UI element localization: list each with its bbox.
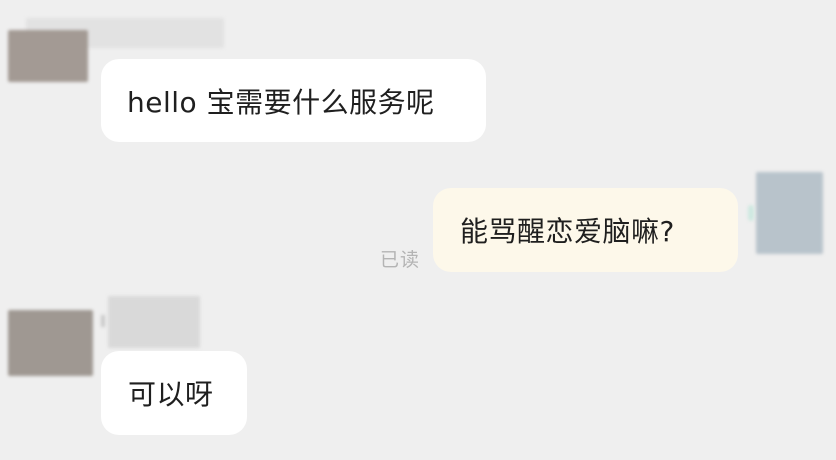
name-dot-mark [101, 315, 105, 327]
my-avatar[interactable] [756, 172, 823, 254]
contact-avatar[interactable] [8, 310, 93, 376]
chat-window: hello 宝需要什么服务呢 已读 能骂醒恋爱脑嘛? 可以呀 [0, 0, 836, 460]
message-text: 可以呀 [128, 378, 214, 411]
read-receipt: 已读 [380, 249, 421, 271]
message-bubble-outgoing[interactable]: 能骂醒恋爱脑嘛? [433, 188, 738, 272]
message-bubble-incoming[interactable]: hello 宝需要什么服务呢 [101, 59, 486, 142]
contact-avatar[interactable] [8, 30, 88, 82]
message-text: hello 宝需要什么服务呢 [127, 85, 435, 119]
contact-name-blurred [108, 296, 200, 348]
message-bubble-incoming[interactable]: 可以呀 [101, 351, 247, 435]
message-text: 能骂醒恋爱脑嘛? [460, 215, 675, 248]
avatar-edge-mark [748, 205, 754, 221]
